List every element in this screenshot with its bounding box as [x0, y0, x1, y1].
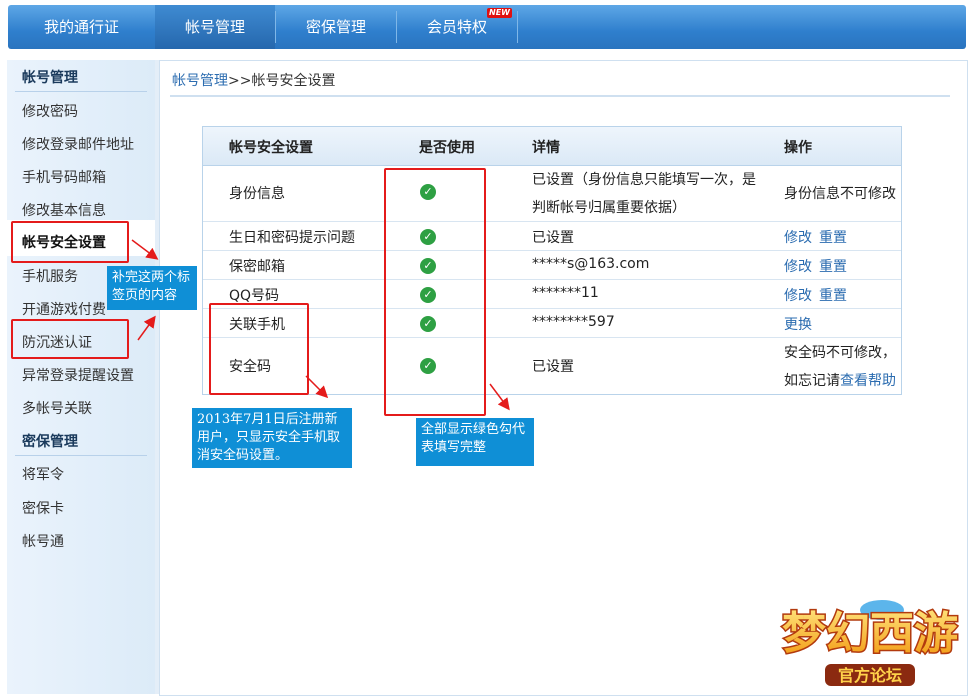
sidebar-header-security: 密保管理	[22, 434, 78, 450]
breadcrumb: 帐号管理>>帐号安全设置	[172, 70, 335, 90]
nav-divider	[517, 11, 518, 43]
breadcrumb-separator: >>	[228, 73, 252, 89]
row-email-modify-link[interactable]: 修改	[784, 256, 812, 276]
logo-subtitle: 官方论坛	[838, 666, 902, 685]
breadcrumb-divider	[170, 95, 950, 97]
view-help-link[interactable]: 查看帮助	[840, 373, 896, 389]
row-security-code-action-line1: 安全码不可修改，	[784, 345, 896, 361]
annotation-box-phone-code	[209, 303, 309, 395]
column-header-detail: 详情	[532, 140, 560, 156]
row-birthday-reset-link[interactable]: 重置	[819, 227, 847, 247]
row-divider	[203, 250, 901, 251]
sidebar-item-change-password[interactable]: 修改密码	[22, 101, 78, 121]
new-badge: NEW	[487, 8, 512, 18]
row-email-name: 保密邮箱	[229, 259, 285, 275]
sidebar-item-multi-account[interactable]: 多帐号关联	[22, 398, 92, 418]
logo-title: 梦幻西游	[782, 608, 958, 659]
row-identity-detail-line2: 判断帐号归属重要依据）	[532, 200, 686, 216]
row-identity-detail-line1: 已设置（身份信息只能填写一次，是	[532, 172, 756, 188]
tab-my-passport[interactable]: 我的通行证	[8, 5, 155, 49]
sidebar-item-basic-info[interactable]: 修改基本信息	[22, 200, 106, 220]
row-divider	[203, 221, 901, 222]
breadcrumb-link[interactable]: 帐号管理	[172, 73, 228, 89]
column-header-action: 操作	[784, 140, 812, 156]
row-phone-change-link[interactable]: 更换	[784, 314, 812, 334]
sidebar: 帐号管理 修改密码 修改登录邮件地址 手机号码邮箱 修改基本信息 帐号安全设置 …	[7, 60, 159, 694]
row-security-code-action-line2: 如忘记请查看帮助	[784, 370, 896, 390]
row-qq-name: QQ号码	[229, 288, 280, 304]
forgot-text: 如忘记请	[784, 373, 840, 389]
breadcrumb-current: 帐号安全设置	[251, 73, 336, 89]
sidebar-item-phone-service[interactable]: 手机服务	[22, 266, 78, 286]
row-identity-action: 身份信息不可修改	[784, 186, 896, 202]
column-header-setting: 帐号安全设置	[229, 140, 313, 156]
row-email-reset-link[interactable]: 重置	[819, 256, 847, 276]
annotation-note-tabs: 补完这两个标签页的内容	[107, 266, 197, 310]
fantasy-westward-logo: 梦幻西游 官方论坛	[781, 600, 960, 686]
sidebar-divider	[15, 455, 147, 456]
row-qq-detail: *******11	[532, 285, 599, 301]
sidebar-item-phone-email[interactable]: 手机号码邮箱	[22, 167, 106, 187]
row-birthday-modify-link[interactable]: 修改	[784, 227, 812, 247]
row-qq-reset-link[interactable]: 重置	[819, 285, 847, 305]
sidebar-item-general-token[interactable]: 将军令	[22, 464, 64, 484]
tab-account-management[interactable]: 帐号管理	[155, 5, 275, 49]
row-email-detail: *****s@163.com	[532, 256, 650, 272]
sidebar-item-game-payment[interactable]: 开通游戏付费	[22, 299, 106, 319]
row-birthday-detail: 已设置	[532, 230, 574, 246]
annotation-note-green: 全部显示绿色勾代表填写完整	[416, 418, 534, 466]
sidebar-item-change-login-email[interactable]: 修改登录邮件地址	[22, 134, 134, 154]
row-birthday-name: 生日和密码提示问题	[229, 230, 355, 246]
row-phone-detail: ********597	[532, 314, 615, 330]
column-header-in-use: 是否使用	[419, 140, 475, 156]
annotation-box-check-column	[384, 168, 486, 416]
annotation-note-register: 2013年7月1日后注册新用户，只显示安全手机取消安全码设置。	[192, 408, 352, 468]
sidebar-item-account-pass[interactable]: 帐号通	[22, 531, 64, 551]
sidebar-divider	[15, 91, 147, 92]
row-security-code-detail: 已设置	[532, 359, 574, 375]
sidebar-item-login-alert[interactable]: 异常登录提醒设置	[22, 365, 134, 385]
table-header-row: 帐号安全设置 是否使用 详情 操作	[203, 127, 901, 166]
tab-security-management[interactable]: 密保管理	[276, 5, 396, 49]
sidebar-item-security-card[interactable]: 密保卡	[22, 498, 64, 518]
row-qq-modify-link[interactable]: 修改	[784, 285, 812, 305]
annotation-box-account-security	[11, 221, 129, 263]
row-identity-name: 身份信息	[229, 186, 285, 202]
annotation-box-anti-addiction	[11, 319, 129, 359]
sidebar-header-account: 帐号管理	[22, 70, 78, 86]
row-divider	[203, 279, 901, 280]
